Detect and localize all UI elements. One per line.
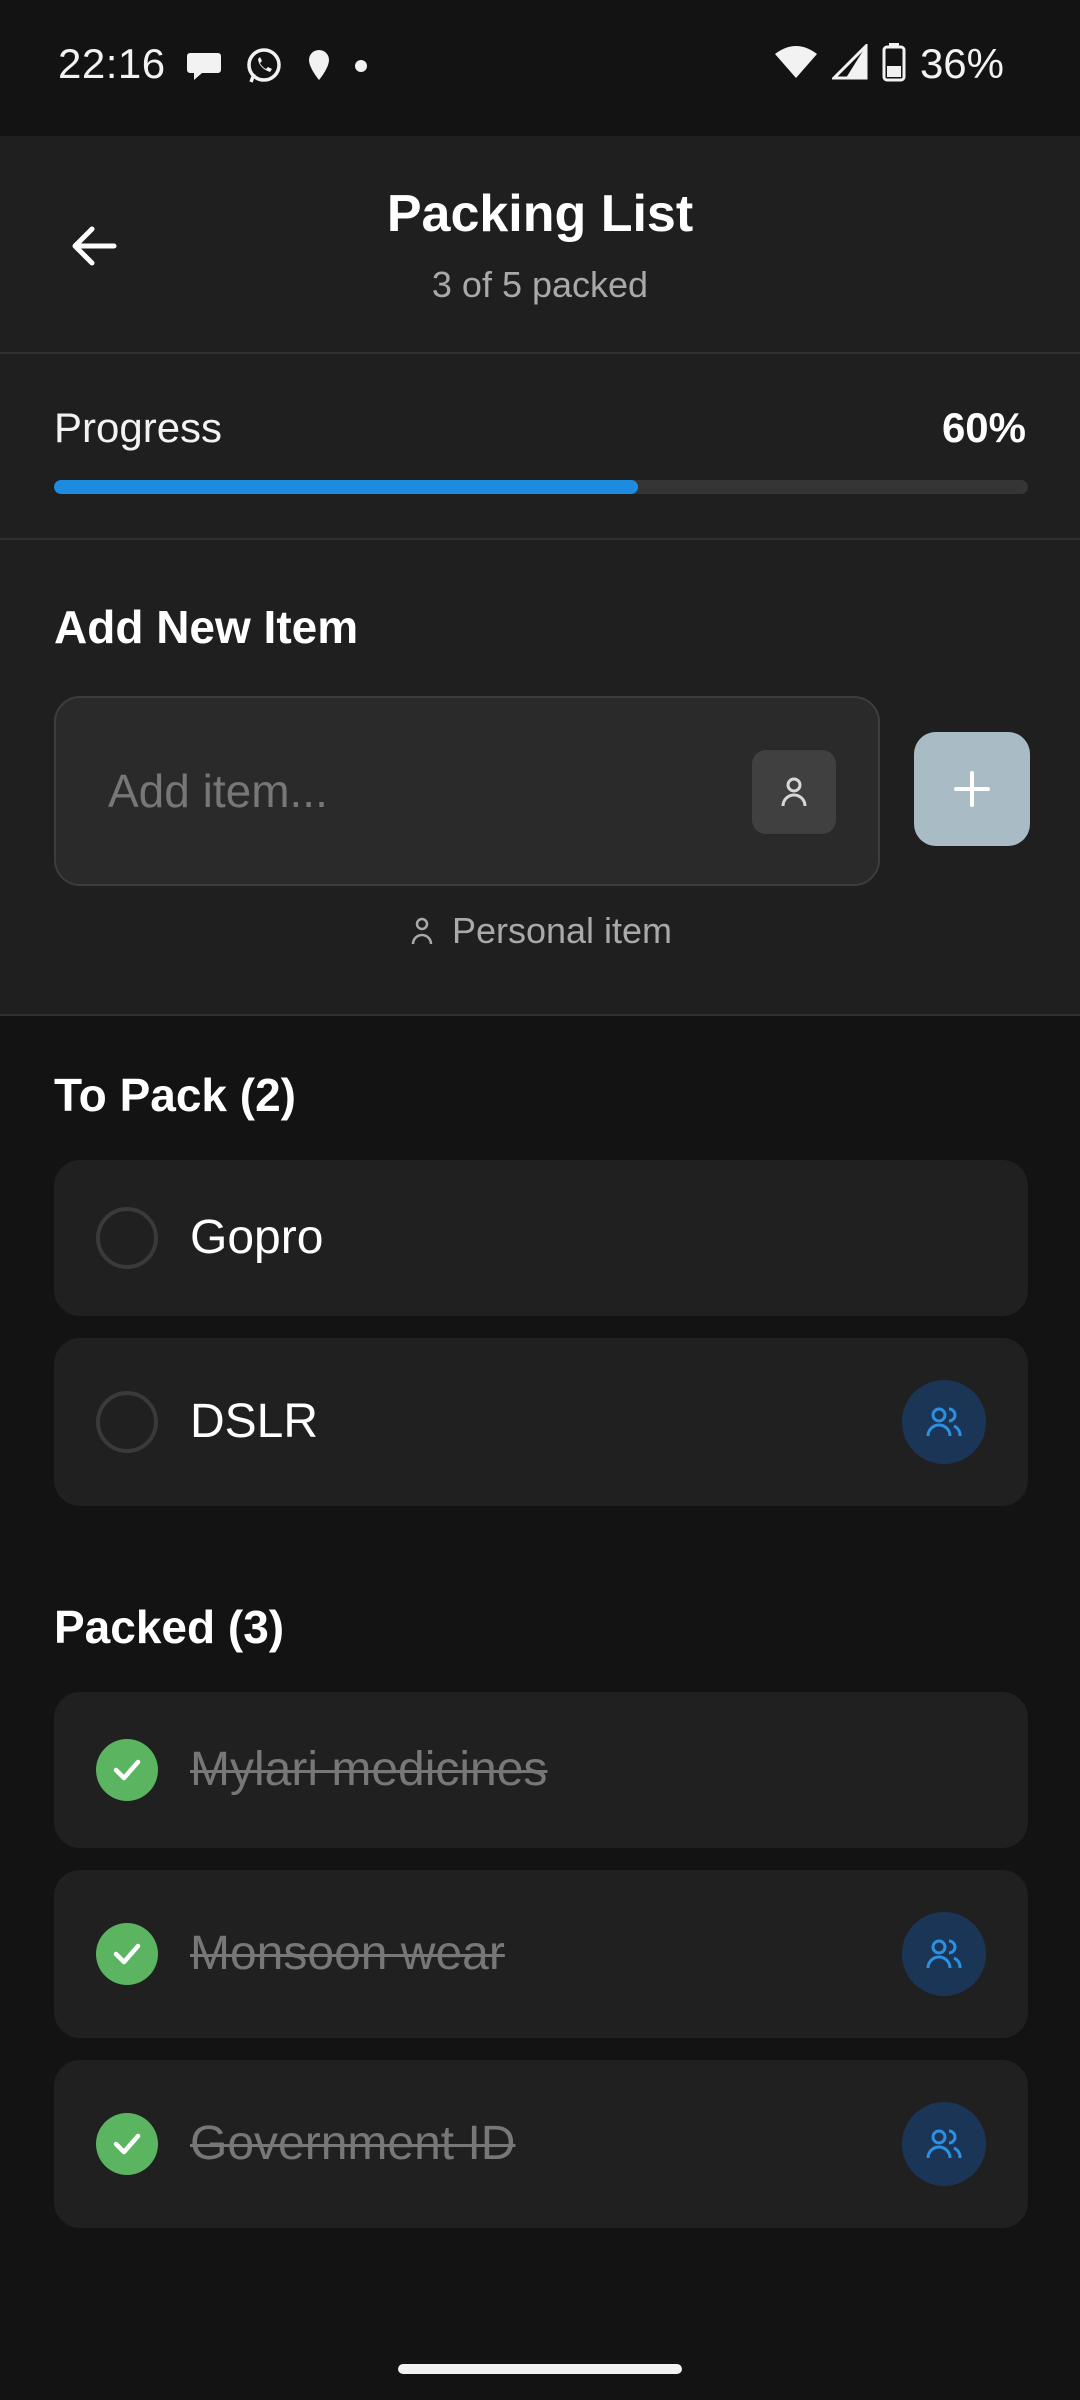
checkbox[interactable]: [96, 1923, 158, 1985]
shared-badge: [902, 2102, 986, 2186]
list-item[interactable]: Gopro: [54, 1160, 1028, 1316]
app-bar: Packing List 3 of 5 packed: [0, 136, 1080, 354]
item-label: DSLR: [190, 1395, 319, 1448]
add-item-button[interactable]: [914, 732, 1030, 846]
system-icons: 36%: [774, 40, 1004, 88]
list-item[interactable]: Monsoon wear: [54, 1870, 1028, 2038]
personal-item-label: Personal item: [451, 910, 673, 951]
whatsapp-icon: [244, 46, 284, 91]
people-icon: [926, 1939, 962, 1969]
battery-icon: [882, 42, 906, 87]
personal-item-hint: Personal item: [0, 910, 1080, 952]
packed-heading: Packed (3): [54, 1601, 285, 1653]
plus-icon: [954, 771, 990, 807]
personal-toggle-button[interactable]: [752, 750, 836, 834]
to-pack-heading: To Pack (2): [54, 1069, 296, 1121]
shared-badge: [902, 1912, 986, 1996]
checkmark-icon: [113, 1943, 141, 1965]
progress-value: 60%: [941, 404, 1026, 451]
checkmark-icon: [113, 2133, 141, 2155]
add-item-section: Add New Item Personal item: [0, 540, 1080, 1016]
shared-badge: [902, 1380, 986, 1464]
location-icon: [306, 48, 332, 89]
add-item-input[interactable]: [56, 698, 736, 884]
status-bar: 22:16 36%: [0, 0, 1080, 136]
people-icon: [926, 1407, 962, 1437]
status-time: 22:16: [58, 40, 166, 87]
list-item[interactable]: DSLR: [54, 1338, 1028, 1506]
checkbox[interactable]: [96, 1391, 158, 1453]
checkmark-icon: [113, 1759, 141, 1781]
list-item[interactable]: Mylari medicines: [54, 1692, 1028, 1848]
home-indicator[interactable]: [398, 2364, 682, 2374]
item-label: Mylari medicines: [190, 1743, 548, 1796]
page-title: Packing List: [386, 185, 694, 243]
notification-icons: [186, 46, 368, 90]
add-item-field: [54, 696, 880, 886]
progress-fill: [54, 480, 639, 494]
item-label: Gopro: [190, 1211, 324, 1264]
progress-label: Progress: [54, 404, 223, 451]
list-item[interactable]: Government ID: [54, 2060, 1028, 2228]
add-item-heading: Add New Item: [54, 601, 359, 653]
person-icon: [781, 777, 807, 807]
signal-icon: [830, 41, 868, 85]
progress-bar: [54, 480, 1028, 494]
person-icon: [411, 917, 433, 945]
item-label: Government ID: [190, 2117, 516, 2170]
dot-icon: [354, 59, 368, 78]
chat-bubble-icon: [186, 49, 222, 88]
page-subtitle: 3 of 5 packed: [431, 264, 649, 305]
checkbox[interactable]: [96, 2113, 158, 2175]
wifi-icon: [774, 44, 818, 85]
people-icon: [926, 2129, 962, 2159]
progress-section: Progress 60%: [0, 354, 1080, 540]
item-label: Monsoon wear: [190, 1927, 505, 1980]
checkbox[interactable]: [96, 1207, 158, 1269]
battery-percent: 36%: [919, 40, 1004, 87]
checkbox[interactable]: [96, 1739, 158, 1801]
